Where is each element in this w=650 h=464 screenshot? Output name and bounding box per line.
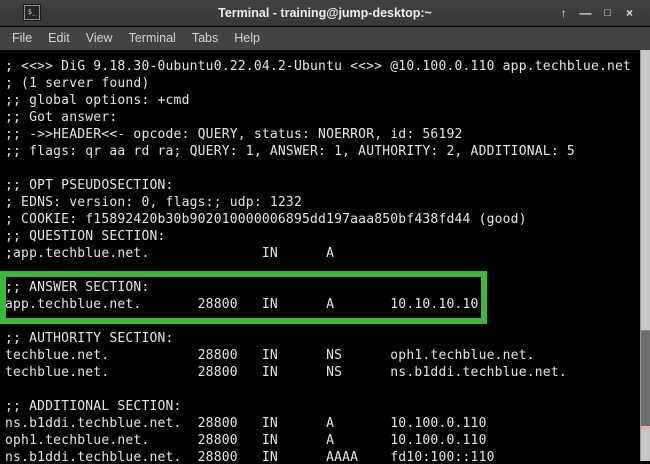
terminal-line: ; EDNS: version: 0, flags:; udp: 1232 <box>5 194 640 211</box>
terminal-line: ;; global options: +cmd <box>5 92 640 109</box>
terminal-window: $_ Terminal - training@jump-desktop:~ ↑ … <box>0 0 650 464</box>
terminal-line: ;app.techblue.net. IN A <box>5 245 640 262</box>
terminal-line: ;; ADDITIONAL SECTION: <box>5 398 640 415</box>
menu-edit[interactable]: Edit <box>48 27 70 50</box>
scrollbar[interactable] <box>640 50 650 461</box>
rollup-button[interactable]: ↑ <box>556 4 571 22</box>
menu-file[interactable]: File <box>12 27 32 50</box>
maximize-button[interactable]: □ <box>600 4 615 22</box>
menu-help[interactable]: Help <box>234 27 260 50</box>
terminal-line: ;; ->>HEADER<<- opcode: QUERY, status: N… <box>5 126 640 143</box>
menubar: File Edit View Terminal Tabs Help <box>0 27 650 50</box>
terminal-line-answer-section-header: ;; ANSWER SECTION: <box>5 279 640 296</box>
terminal-line-answer-record: app.techblue.net. 28800 IN A 10.10.10.10 <box>5 296 640 313</box>
menu-tabs[interactable]: Tabs <box>192 27 218 50</box>
terminal-line: oph1.techblue.net. 28800 IN A 10.100.0.1… <box>5 432 640 449</box>
terminal-line: ;; Got answer: <box>5 109 640 126</box>
terminal-line <box>5 160 640 177</box>
terminal-line: techblue.net. 28800 IN NS ns.b1ddi.techb… <box>5 364 640 381</box>
terminal-line: ;; OPT PSEUDOSECTION: <box>5 177 640 194</box>
terminal-line: ;; QUESTION SECTION: <box>5 228 640 245</box>
terminal-line: ns.b1ddi.techblue.net. 28800 IN AAAA fd1… <box>5 449 640 464</box>
menu-terminal[interactable]: Terminal <box>129 27 176 50</box>
scrollbar-thumb[interactable] <box>641 330 650 426</box>
terminal-line <box>5 381 640 398</box>
window-controls: ↑ — □ × <box>556 0 637 26</box>
terminal-screen[interactable]: ; <<>> DiG 9.18.30-0ubuntu0.22.04.2-Ubun… <box>0 50 640 464</box>
titlebar[interactable]: $_ Terminal - training@jump-desktop:~ ↑ … <box>0 0 650 26</box>
window-title: Terminal - training@jump-desktop:~ <box>0 0 650 26</box>
scroll-position-marker <box>641 427 650 429</box>
terminal-line <box>5 313 640 330</box>
close-button[interactable]: × <box>622 4 637 22</box>
terminal-line: ns.b1ddi.techblue.net. 28800 IN A 10.100… <box>5 415 640 432</box>
terminal-line: ; COOKIE: f15892420b30b902010000006895dd… <box>5 211 640 228</box>
terminal-line: ;; AUTHORITY SECTION: <box>5 330 640 347</box>
terminal-line: ; <<>> DiG 9.18.30-0ubuntu0.22.04.2-Ubun… <box>5 58 640 75</box>
terminal-line: ;; flags: qr aa rd ra; QUERY: 1, ANSWER:… <box>5 143 640 160</box>
terminal-output: ; <<>> DiG 9.18.30-0ubuntu0.22.04.2-Ubun… <box>0 50 640 464</box>
terminal-line <box>5 262 640 279</box>
minimize-button[interactable]: — <box>578 4 593 22</box>
terminal-line: ; (1 server found) <box>5 75 640 92</box>
terminal-line: techblue.net. 28800 IN NS oph1.techblue.… <box>5 347 640 364</box>
menu-view[interactable]: View <box>86 27 113 50</box>
